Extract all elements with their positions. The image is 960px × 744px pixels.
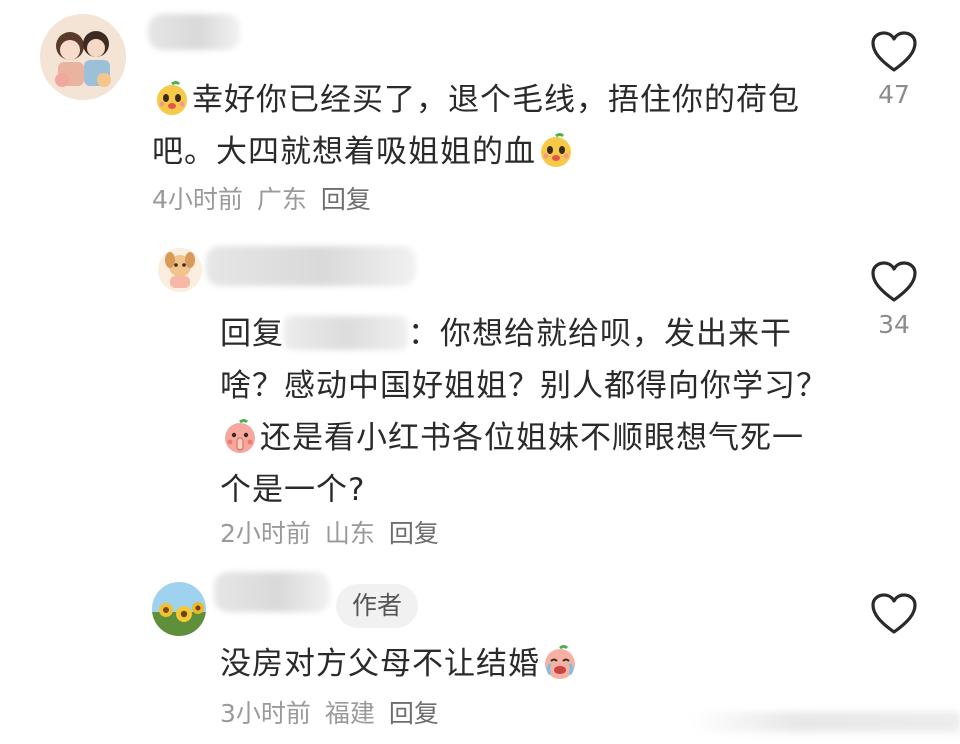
- comment-item: 幸好你已经买了，退个毛线，捂住你的荷包吧。大四就想着吸姐姐的血 4小时前 广东 回复…: [0, 0, 960, 230]
- comment-location: 广东: [256, 185, 307, 214]
- like-button[interactable]: 47: [864, 30, 924, 109]
- avatar[interactable]: [152, 582, 206, 636]
- comments-screen: 幸好你已经买了，退个毛线，捂住你的荷包吧。大四就想着吸姐姐的血 4小时前 广东 回复…: [0, 0, 960, 744]
- reply-button[interactable]: 回复: [389, 519, 439, 548]
- avatar-image: [40, 14, 126, 100]
- reply-target-redacted: [284, 316, 408, 350]
- reply-button[interactable]: 回复: [321, 185, 371, 214]
- avatar[interactable]: [158, 248, 202, 292]
- heart-outline-icon: [871, 31, 917, 72]
- comment-text-body: 幸好你已经买了，退个毛线，捂住你的荷包吧。大四就想着吸姐姐的血: [152, 82, 800, 170]
- avatar[interactable]: [40, 14, 126, 100]
- cute-face-emoji: [157, 81, 187, 115]
- username-redacted[interactable]: [148, 14, 240, 50]
- comment-time: 3小时前: [220, 699, 311, 728]
- like-button[interactable]: [864, 592, 924, 636]
- reply-prefix: 回复: [220, 316, 284, 352]
- avatar-image: [158, 248, 202, 292]
- comment-time: 2小时前: [220, 519, 311, 548]
- avatar-image: [152, 582, 206, 636]
- comment-text: 幸好你已经买了，退个毛线，捂住你的荷包吧。大四就想着吸姐姐的血: [152, 74, 812, 178]
- reply-text: 回复 ：你想给就给呗，发出来干啥？感动中国好姐姐？别人都得向你学习？ 还是看小红书…: [220, 308, 830, 516]
- reply-text-continued: 还是看小红书各位姐妹不顺眼想气死一个是一个?: [220, 420, 804, 508]
- crying-face-emoji: [545, 645, 575, 679]
- comment-text-body: 没房对方父母不让结婚: [220, 646, 540, 682]
- comment-location: 山东: [324, 519, 375, 548]
- cute-face-emoji: [541, 133, 571, 167]
- heart-outline-icon: [871, 593, 917, 634]
- comment-meta: 2小时前 山东 回复: [220, 514, 453, 550]
- heart-outline-icon: [871, 261, 917, 302]
- comment-location: 福建: [324, 699, 375, 728]
- comment-meta: 4小时前 广东 回复: [152, 180, 385, 216]
- username-redacted[interactable]: [214, 572, 330, 612]
- reply-comment-item: 回复 ：你想给就给呗，发出来干啥？感动中国好姐姐？别人都得向你学习？ 还是看小红书…: [0, 230, 960, 560]
- author-badge: 作者: [336, 584, 419, 628]
- comment-text: 没房对方父母不让结婚: [220, 638, 820, 690]
- reply-button[interactable]: 回复: [389, 699, 439, 728]
- comment-meta: 3小时前 福建 回复: [220, 694, 453, 730]
- watermark-redacted: [690, 712, 960, 732]
- like-count: 34: [878, 310, 910, 339]
- username-redacted[interactable]: [206, 246, 416, 286]
- like-count: 47: [878, 80, 910, 109]
- like-button[interactable]: 34: [864, 260, 924, 339]
- comment-time: 4小时前: [152, 185, 243, 214]
- shush-face-emoji: [225, 419, 255, 453]
